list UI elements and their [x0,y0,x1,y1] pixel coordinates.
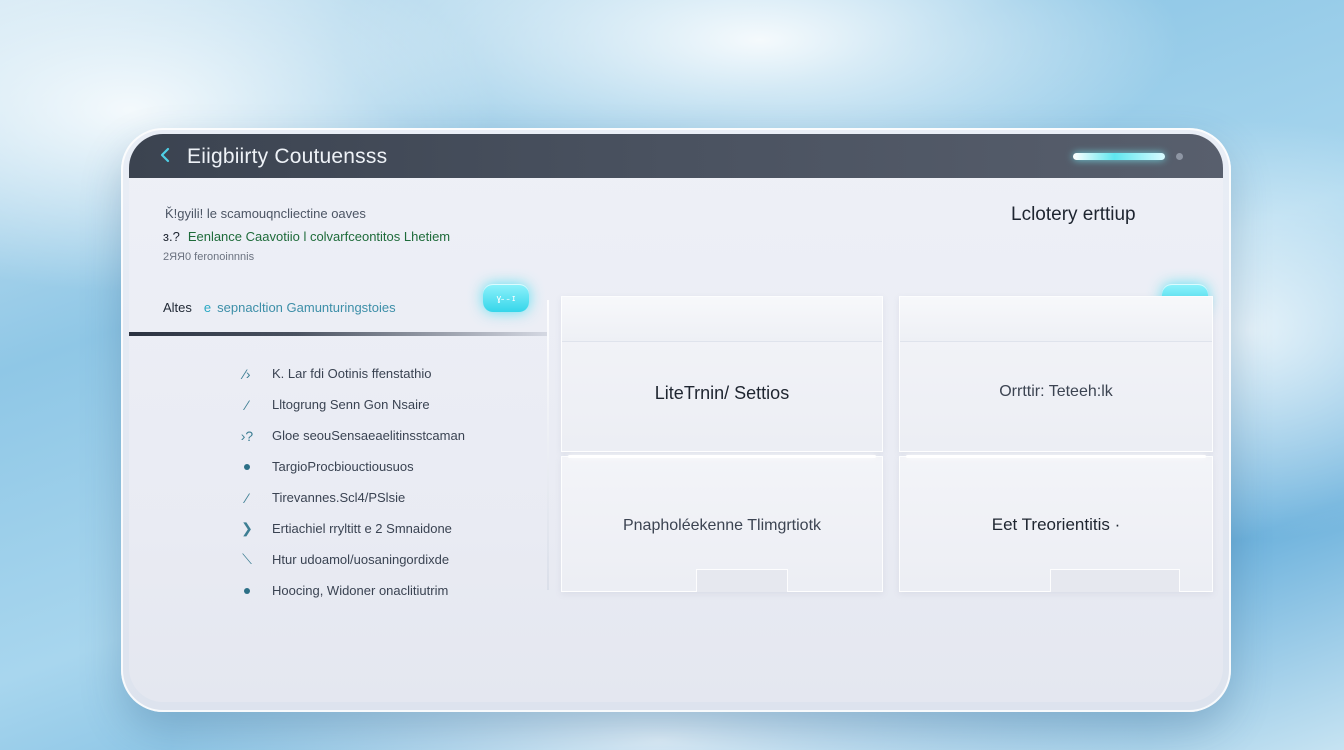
list-item[interactable]: ⟍ Htur udoamol/uosaningordixde [237,544,465,575]
status-dot[interactable] [1176,153,1183,160]
list-item[interactable]: ⁄ Lltogrung Senn Gon Nsaire [237,389,465,420]
list-item[interactable]: ⁄ Tirevannes.Scl4/PSlsie [237,482,465,513]
list-item-label: Hoocing, Widoner onaclitiutrim [272,583,449,598]
pill-button-left[interactable]: ɣ˗ ˗ ɪ [483,284,529,312]
list-item-label: Gloe seouSensaeaelitinsstcaman [272,428,465,443]
app-title: Eiigbiirty Coutuensss [187,145,388,168]
list-item-label: Ertiachiel rryltitt e 2 Smnaidone [272,521,452,536]
tab-sepnacltion[interactable]: sepnacltion Gamunturingstoies [217,300,396,315]
settings-card[interactable]: LiteTrnin/ Settios [561,296,883,452]
progress-indicator [1073,153,1165,160]
chevron-right-icon: ❯ [241,520,253,536]
info-line-1: Ǩ!gyili! le scamouqncliectine oaves [165,206,366,221]
chevron-left-icon [160,147,170,163]
card-edge-highlight [568,455,876,458]
card-label: Eet Treorientitis · [991,515,1121,534]
separator-icon: e [203,300,212,315]
active-tab-underline [129,332,547,336]
card-header-strip [562,297,882,342]
list-item-label: K. Lar fdi Ootinis ffenstathio [272,366,432,381]
list-item-label: Tirevannes.Scl4/PSlsie [272,490,406,505]
card-header-strip [900,297,1212,342]
card-label: Pnapholéekenne Tlimgrtiotk [622,517,822,534]
card-edge-highlight [906,455,1206,458]
list-item-label: Htur udoamol/uosaningordixde [272,552,450,567]
list-item[interactable]: TargioProcbiouctiousuos [237,451,465,482]
list-item[interactable]: ⁄› K. Lar fdi Ootinis ffenstathio [237,358,465,389]
info-line-2-text: Eenlance Caavotiio l colvarfceontitos Lh… [187,229,451,244]
list-item[interactable]: ›? Gloe seouSensaeaelitinsstcaman [237,420,465,451]
tab-altes[interactable]: Altes [163,300,192,315]
arrow-question-icon: ›? [240,427,254,444]
slash-icon: ⁄ [245,396,249,413]
list-item-label: Lltogrung Senn Gon Nsaire [272,397,430,412]
list-item[interactable]: Hoocing, Widoner onaclitiutrim [237,575,465,606]
card-bottom-tab[interactable] [696,569,788,592]
dot-icon [237,459,257,475]
title-bar: Eiigbiirty Coutuensss [129,134,1223,178]
section-heading: Lclotery erttiup [1011,204,1136,225]
settings-list: ⁄› K. Lar fdi Ootinis ffenstathio ⁄ Llto… [237,358,465,606]
column-divider [547,300,549,590]
info-line-3: 2ЯЯ0 feronoinnnis [163,251,255,263]
info-line-2: ɜ.? Eenlance Caavotiio l colvarfceontitos… [163,229,450,244]
card-label: LiteTrnin/ Settios [654,383,790,403]
double-slash-icon: ⟍ [242,551,252,567]
dot-icon [237,583,257,599]
settings-card[interactable]: Orrttir: Teteeh:lk [899,296,1213,452]
list-item-label: TargioProcbiouctiousuos [272,459,414,474]
device-frame: Eiigbiirty Coutuensss Ǩ!gyili! le scamou… [121,128,1231,712]
info-line-2-number: ɜ.? [163,229,180,244]
settings-card[interactable]: Eet Treorientitis · [899,455,1213,592]
app-screen: Eiigbiirty Coutuensss Ǩ!gyili! le scamou… [129,134,1223,702]
arrow-slant-icon: ⁄› [243,365,251,382]
card-bottom-tab[interactable] [1050,569,1180,592]
slash-icon: ⁄ [245,489,249,506]
settings-card[interactable]: Pnapholéekenne Tlimgrtiotk [561,455,883,592]
back-button[interactable] [153,143,177,167]
list-item[interactable]: ❯ Ertiachiel rryltitt e 2 Smnaidone [237,513,465,544]
tab-row: Altes e sepnacltion Gamunturingstoies [163,300,396,315]
card-label: Orrttir: Teteeh:lk [999,383,1113,400]
